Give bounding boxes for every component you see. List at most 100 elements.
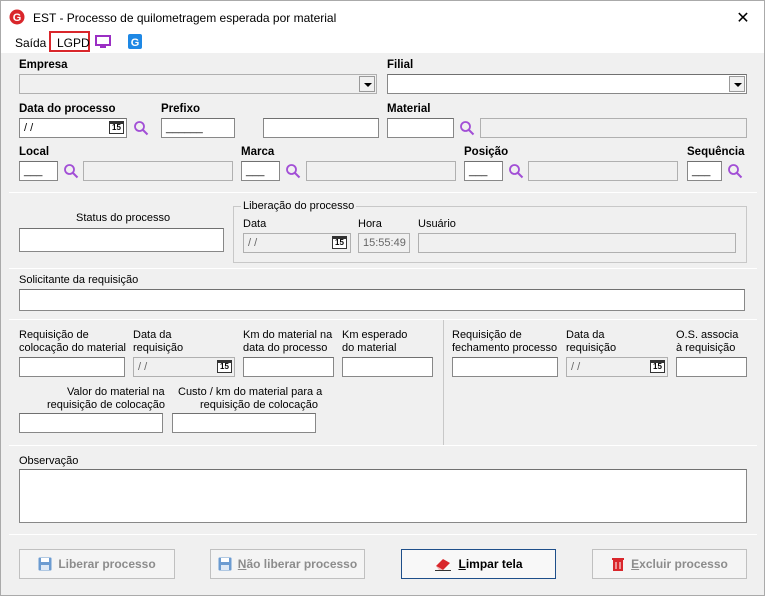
posicao-value: ___ [469,165,488,177]
search-icon[interactable] [459,120,475,136]
vertical-divider [443,320,444,445]
excluir-processo-button[interactable]: Excluir processo [592,549,747,579]
data-processo-value: / / [24,122,34,134]
prefixo-desc-input[interactable] [263,118,379,138]
solicitante-label: Solicitante da requisição [19,274,139,286]
os-input[interactable] [676,357,747,377]
data-req-fech-label-1: Data da [566,329,605,341]
svg-text:G: G [131,37,140,49]
empresa-label: Empresa [19,59,68,71]
km-esperado-label-1: Km esperado [342,329,408,341]
marca-desc-input[interactable] [306,161,456,181]
material-desc-input[interactable] [480,118,747,138]
data-req-fechamento-value: / / [571,361,581,373]
menu-saida[interactable]: Saída [15,36,46,50]
save-icon [218,557,232,571]
search-icon[interactable] [727,163,743,179]
calendar-icon[interactable]: 15 [217,360,232,373]
prefixo-value: ______ [166,122,203,134]
divider [9,192,757,193]
limpar-tela-button[interactable]: Limpar tela [401,549,556,579]
svg-text:G: G [13,12,22,24]
window-title: EST - Processo de quilometragem esperada… [33,11,337,25]
eraser-icon [435,559,452,571]
excluir-rest: xcluir processo [639,557,728,571]
status-field [19,228,224,252]
posicao-label: Posição [464,146,509,158]
filial-select[interactable] [387,74,747,94]
divider [9,534,757,535]
excluir-processo-label: Excluir processo [631,557,728,571]
marca-input[interactable]: ___ [241,161,280,181]
data-req-fech-label-2: requisição [566,342,617,354]
nao-liberar-processo-button[interactable]: Não liberar processo [210,549,365,579]
req-colocacao-label-1: Requisição de [19,329,89,341]
posicao-input[interactable]: ___ [464,161,503,181]
posicao-desc-input[interactable] [528,161,678,181]
liberacao-usuario-input[interactable] [418,233,736,253]
km-material-input[interactable] [243,357,334,377]
req-fechamento-input[interactable] [452,357,558,377]
g-app-icon[interactable]: G [128,34,142,49]
req-fechamento-label-1: Requisição de [452,329,522,341]
trash-icon [612,558,625,571]
sequencia-label: Sequência [687,146,745,158]
req-fechamento-label-2: fechamento processo [452,342,558,354]
menu-bar: Saída [1,31,764,53]
local-label: Local [19,146,50,158]
empresa-select[interactable] [19,74,377,94]
liberar-processo-button[interactable]: Liberar processo [19,549,175,579]
km-esperado-label-2: do material [342,342,397,354]
app-window: G EST - Processo de quilometragem espera… [0,0,765,596]
close-icon[interactable]: ✕ [735,8,751,28]
data-processo-label: Data do processo [19,103,116,115]
prefixo-label: Prefixo [161,103,200,115]
divider [9,268,757,269]
limpar-tela-label: Limpar tela [458,557,522,571]
marca-label: Marca [241,146,275,158]
calendar-icon[interactable]: 15 [109,121,124,134]
os-label-2: à requisição [676,342,736,354]
data-req-colocacao-value: / / [138,361,148,373]
menu-lgpd[interactable]: LGPD [49,31,90,52]
os-label-1: O.S. associa [676,329,739,341]
prefixo-input[interactable]: ______ [161,118,235,138]
chevron-down-icon[interactable] [359,76,375,92]
custo-km-input[interactable] [172,413,316,433]
search-icon[interactable] [285,163,301,179]
km-material-label-1: Km do material na [243,329,333,341]
custo-km-label-1: Custo / km do material para a [178,386,323,398]
monitor-icon[interactable] [95,35,111,49]
title-bar: G EST - Processo de quilometragem espera… [1,1,764,31]
limpar-rest: impar tela [465,557,523,571]
valor-material-label-1: Valor do material na [67,386,165,398]
sequencia-value: ___ [692,165,711,177]
observacao-textarea[interactable] [19,469,747,523]
nao-liberar-rest: ão liberar processo [246,557,358,571]
valor-material-input[interactable] [19,413,163,433]
search-icon[interactable] [133,120,149,136]
liberacao-hora-value: 15:55:49 [363,237,406,249]
chevron-down-icon[interactable] [729,76,745,92]
material-input[interactable] [387,118,454,138]
km-esperado-input[interactable] [342,357,433,377]
calendar-icon[interactable]: 15 [650,360,665,373]
solicitante-input[interactable] [19,289,745,311]
search-icon[interactable] [508,163,524,179]
local-input[interactable]: ___ [19,161,58,181]
search-icon[interactable] [63,163,79,179]
local-desc-input[interactable] [83,161,233,181]
req-colocacao-input[interactable] [19,357,125,377]
liberacao-hora-label: Hora [358,218,382,230]
calendar-icon[interactable]: 15 [332,236,347,249]
mnemonic-e: E [631,557,640,571]
marca-value: ___ [246,165,265,177]
data-req-label-2: requisição [133,342,184,354]
filial-label: Filial [387,59,414,71]
data-req-label-1: Data da [133,329,172,341]
divider [9,445,757,446]
liberacao-data-label: Data [243,218,267,230]
save-icon [38,557,52,571]
liberacao-hora-input[interactable]: 15:55:49 [358,233,410,253]
sequencia-input[interactable]: ___ [687,161,722,181]
